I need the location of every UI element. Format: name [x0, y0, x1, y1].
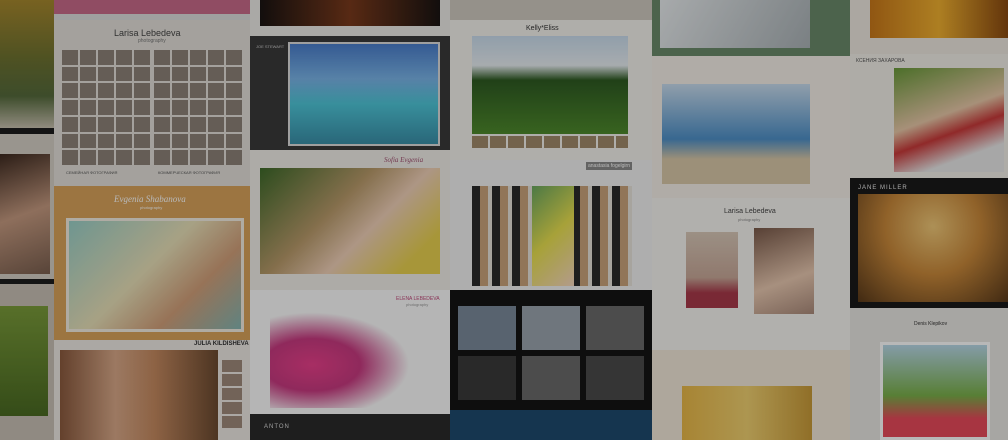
site-title: Larisa Lebedeva — [724, 208, 776, 215]
tile-woman-portrait-left[interactable] — [0, 134, 54, 279]
tile-julia-kildisheva[interactable]: JULIA KILDISHEVA — [54, 340, 250, 440]
tile-evgenia-shabanova[interactable]: Evgenia Shabanova photography — [54, 186, 250, 340]
site-subtitle: photography — [406, 302, 429, 307]
tile-sofia-evgenia[interactable]: Sofia Evgenia — [250, 150, 450, 290]
photo-sleeping-baby-basket[interactable] — [260, 168, 440, 274]
collage-grid-commercial[interactable] — [154, 50, 242, 165]
tile-green-left[interactable] — [0, 284, 54, 440]
caption-family[interactable]: СЕМЕЙНАЯ ФОТОГРАФИЯ — [66, 170, 117, 175]
site-title: КСЕНИЯ ЗАХАРОВА — [856, 58, 905, 64]
photo-food — [870, 0, 1008, 38]
tile-top-strip[interactable] — [450, 0, 652, 20]
photo-polo-horse[interactable] — [472, 36, 628, 134]
dark-gallery-grid[interactable] — [458, 306, 644, 400]
tile-autumn-geese[interactable] — [0, 0, 54, 128]
thumb-strip[interactable] — [222, 360, 242, 430]
sidebar-brand: JOE STEWART — [256, 44, 285, 49]
site-title: Denis Klepikov — [914, 321, 948, 327]
site-title: JANE MILLER — [858, 185, 908, 191]
tile-anton[interactable]: ANTON — [250, 414, 450, 440]
site-title: anastasia fogelgirn — [586, 162, 632, 170]
tile-larisa-lebedeva[interactable]: Larisa Lebedeva photography СЕМЕЙНАЯ ФОТ… — [54, 20, 250, 186]
tile-elena-lebedeva[interactable]: ELENA LEBEDEVA photography — [250, 290, 450, 414]
photo-couple-kiss[interactable] — [894, 68, 1004, 172]
caption-commercial[interactable]: КОММЕРЧЕСКАЯ ФОТОГРАФИЯ — [158, 170, 220, 175]
tile-pink-top[interactable] — [54, 0, 250, 20]
tile-bottom-blue[interactable] — [450, 410, 652, 440]
collage-grid-family[interactable] — [62, 50, 150, 165]
tile-wedding-couple[interactable] — [652, 350, 850, 440]
site-title: ANTON — [264, 424, 290, 430]
tile-larisa-lebedeva-mid[interactable]: Larisa Lebedeva photography — [652, 198, 850, 350]
tile-kelly-eliss[interactable]: Kelly*Eliss — [450, 20, 652, 160]
tile-food-top[interactable] — [850, 0, 1008, 54]
photo-green-field — [0, 306, 48, 416]
site-subtitle: photography — [738, 217, 761, 222]
thumbnail-strip[interactable] — [472, 136, 628, 148]
site-title: Evgenia Shabanova — [114, 194, 186, 204]
site-title: Sofia Evgenia — [384, 156, 424, 164]
photo-autumn-trees — [0, 0, 54, 128]
photo-bride-arch[interactable] — [858, 194, 1008, 302]
photo-mother-child-cat[interactable] — [60, 350, 218, 440]
tile-kseniya-zaharova[interactable]: КСЕНИЯ ЗАХАРОВА — [850, 54, 1008, 178]
tile-denis-klepikov[interactable]: Denis Klepikov — [850, 308, 1008, 440]
portfolio-collage: Larisa Lebedeva photography СЕМЕЙНАЯ ФОТ… — [0, 0, 1008, 440]
photo-night — [260, 0, 440, 26]
photo-woman-pink-fabric[interactable] — [270, 312, 410, 408]
tile-lera-buhanova[interactable] — [652, 56, 850, 198]
photo-kids-picnic[interactable] — [880, 342, 990, 440]
photo-couple-gold[interactable] — [682, 386, 812, 440]
photo-woman-portrait — [0, 154, 50, 274]
site-title: JULIA KILDISHEVA — [194, 341, 249, 347]
photo-girl-portrait[interactable] — [754, 228, 814, 314]
photo-girl-on-rug[interactable] — [66, 218, 244, 332]
photo-children-sea[interactable] — [662, 84, 810, 184]
photo-clock — [660, 0, 810, 48]
photo-green-feature — [532, 186, 574, 286]
tile-clock[interactable] — [652, 0, 850, 56]
site-subtitle: photography — [140, 205, 163, 210]
tile-night-top[interactable] — [250, 0, 450, 36]
pink-band — [54, 0, 250, 14]
tile-pool-resort[interactable]: JOE STEWART — [250, 36, 450, 150]
photo-girl-standing[interactable] — [686, 232, 738, 308]
tile-jane-miller[interactable]: JANE MILLER — [850, 178, 1008, 308]
site-title: Larisa Lebedeva — [114, 28, 181, 38]
tile-dark-gallery[interactable] — [450, 290, 652, 410]
photo-infinity-pool[interactable] — [288, 42, 440, 146]
dark-sidebar-menu[interactable]: JOE STEWART — [256, 44, 285, 49]
site-subtitle: photography — [138, 38, 166, 44]
site-title: Kelly*Eliss — [526, 25, 559, 32]
tile-anastasia-fogelgirn[interactable]: anastasia fogelgirn — [450, 160, 652, 290]
